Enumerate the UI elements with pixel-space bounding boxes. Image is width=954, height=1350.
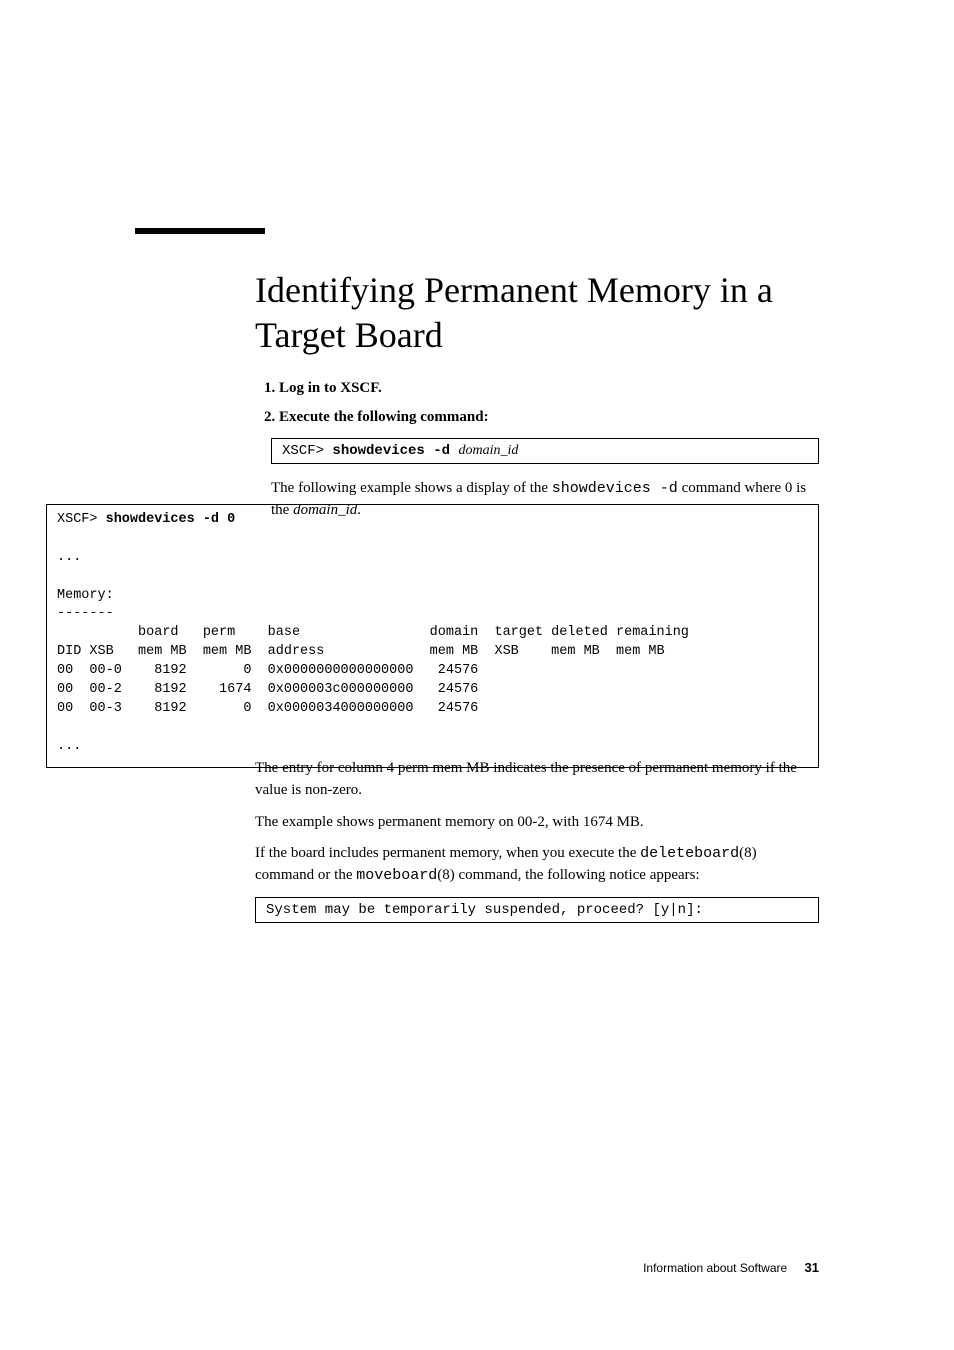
prompt: XSCF> — [282, 443, 332, 459]
page-footer: Information about Software 31 — [643, 1260, 819, 1275]
steps-list: Log in to XSCF. Execute the following co… — [255, 380, 819, 426]
para4-c: (8) command, the following notice appear… — [437, 867, 699, 883]
para1-mono: showdevices -d — [552, 480, 678, 497]
footer-section: Information about Software — [643, 1261, 787, 1275]
output-box: XSCF> showdevices -d 0 ... Memory: -----… — [46, 504, 819, 768]
wide-row-1: 00 00-2 8192 1674 0x000003c000000000 245… — [57, 682, 478, 697]
para4-mono2: moveboard — [356, 867, 437, 884]
command-box-1: XSCF> showdevices -d domain_id — [271, 438, 819, 464]
heading: Identifying Permanent Memory in a Target… — [255, 268, 819, 358]
wide-dash: ------- — [57, 606, 114, 621]
wide-header-1: board perm base domain target deleted re… — [57, 625, 689, 640]
para4-a: If the board includes permanent memory, … — [255, 845, 640, 861]
paragraph-3: The example shows permanent memory on 00… — [255, 812, 819, 834]
step-2: Execute the following command: — [279, 409, 819, 426]
wide-command: showdevices -d 0 — [106, 512, 236, 527]
page-content: Identifying Permanent Memory in a Target… — [0, 0, 954, 522]
wide-row-0: 00 00-0 8192 0 0x0000000000000000 24576 — [57, 663, 478, 678]
para4-mono1: deleteboard — [640, 845, 739, 862]
wide-section: Memory: — [57, 588, 114, 603]
step-1: Log in to XSCF. — [279, 380, 819, 397]
section-rule — [135, 228, 265, 234]
command-text: showdevices -d — [332, 443, 458, 459]
wide-prompt: XSCF> — [57, 512, 106, 527]
content-column: Identifying Permanent Memory in a Target… — [255, 268, 819, 522]
paragraph-2: The entry for column 4 perm mem MB indic… — [255, 758, 819, 802]
command-arg: domain_id — [458, 443, 518, 458]
para1-part-a: The following example shows a display of… — [271, 480, 552, 496]
paragraph-4: If the board includes permanent memory, … — [255, 843, 819, 887]
notice-text: System may be temporarily suspended, pro… — [266, 902, 703, 918]
command-box-2: System may be temporarily suspended, pro… — [255, 897, 819, 923]
after-output: The entry for column 4 perm mem MB indic… — [255, 748, 819, 937]
wide-ellipsis-1: ... — [57, 550, 81, 565]
page-number: 31 — [805, 1260, 819, 1275]
wide-ellipsis-2: ... — [57, 739, 81, 754]
wide-row-2: 00 00-3 8192 0 0x0000034000000000 24576 — [57, 701, 478, 716]
wide-header-2: DID XSB mem MB mem MB address mem MB XSB… — [57, 644, 665, 659]
